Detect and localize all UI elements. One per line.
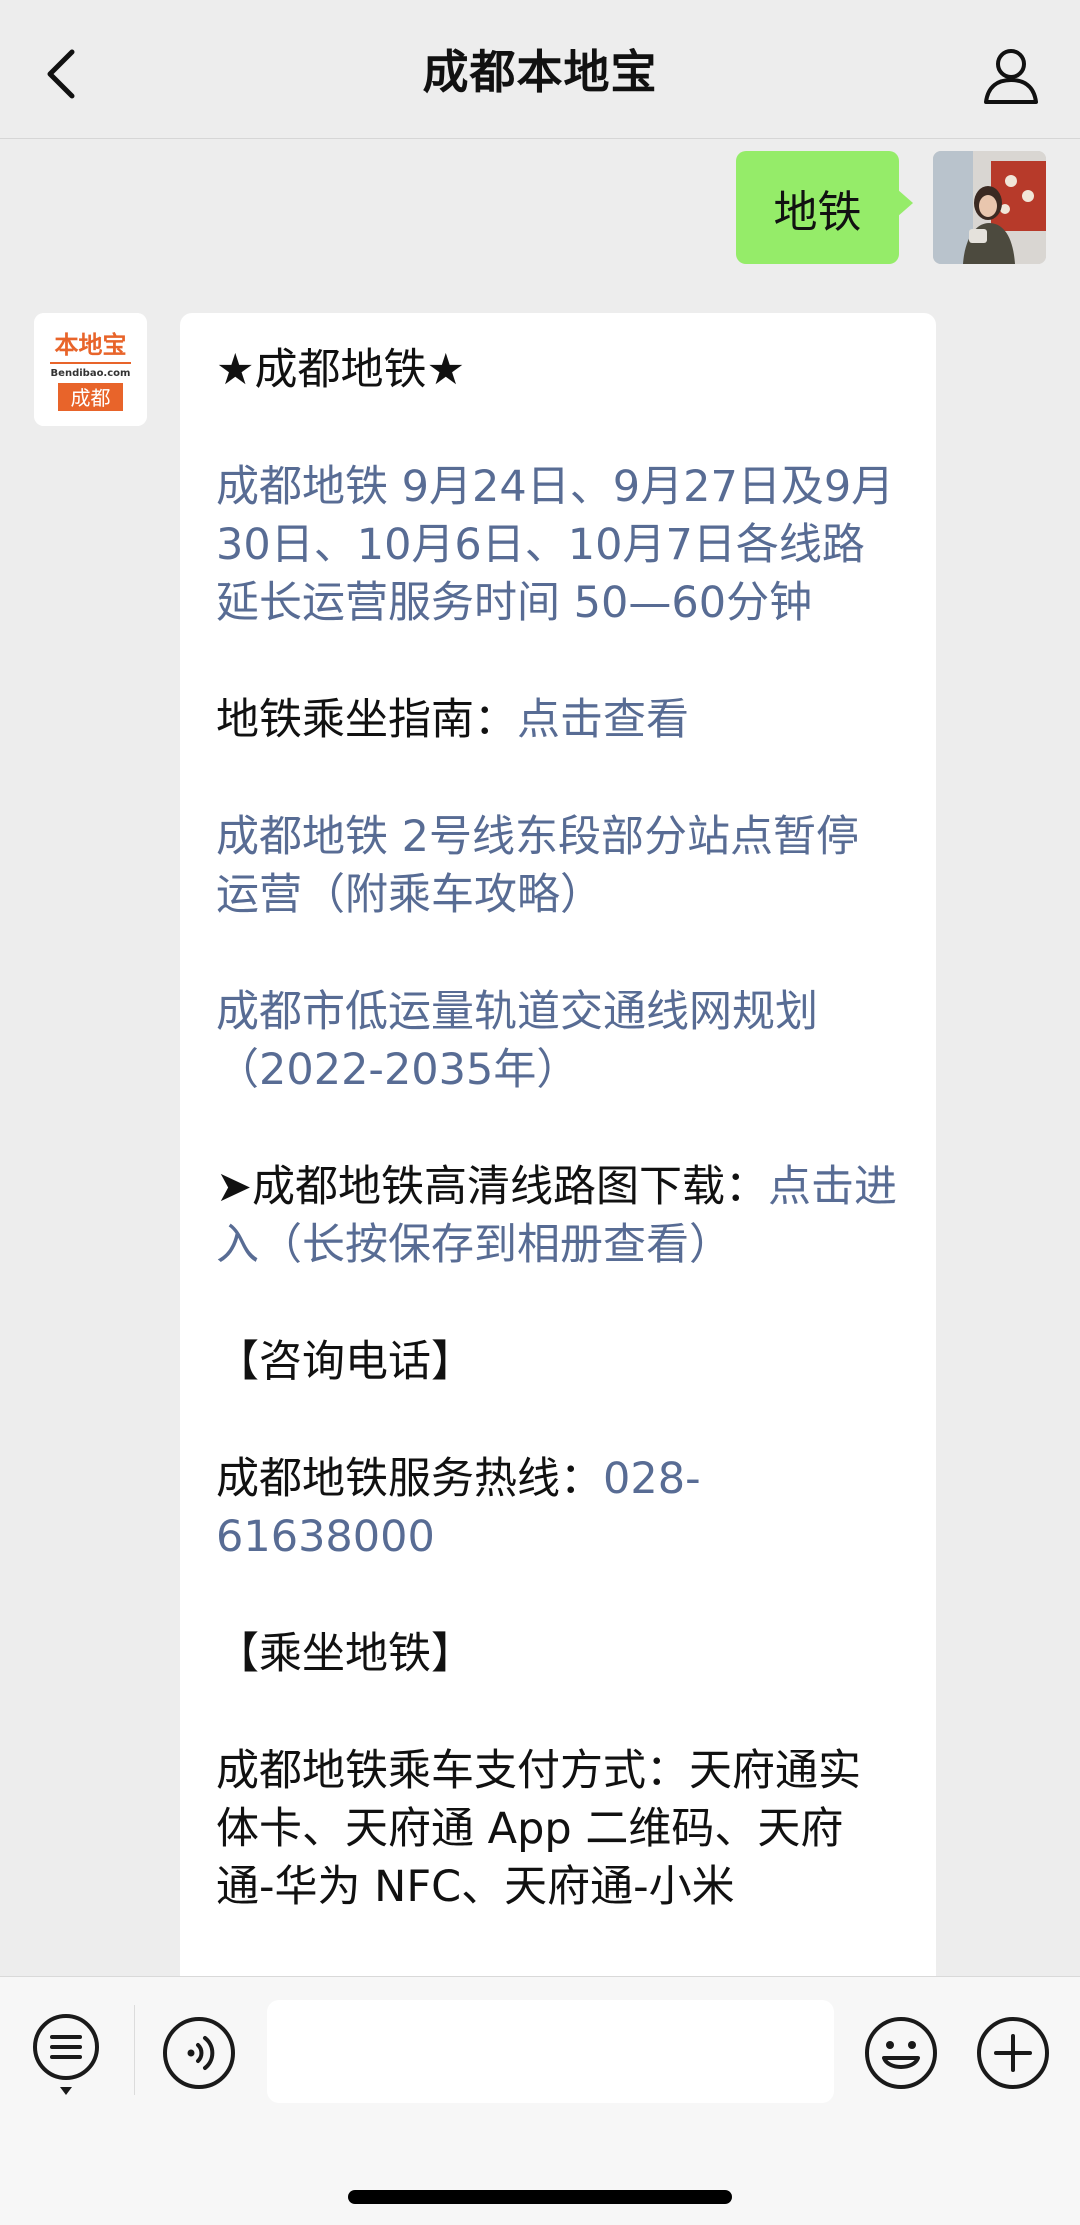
- profile-icon[interactable]: [980, 44, 1042, 106]
- line2-suspension-link[interactable]: 成都地铁 2号线东段部分站点暂停运营（附乘车攻略）: [216, 808, 900, 924]
- guide-label: 地铁乘坐指南：: [216, 695, 517, 745]
- message-input[interactable]: [267, 2000, 834, 2103]
- payment-methods-text: 成都地铁乘车支付方式：天府通实体卡、天府通 App 二维码、天府通-华为 NFC…: [216, 1746, 861, 1912]
- avatar-brand-text: 本地宝: [55, 331, 127, 359]
- ride-heading: 【乘坐地铁】: [216, 1629, 474, 1679]
- home-indicator[interactable]: [348, 2190, 732, 2204]
- user-avatar[interactable]: [933, 151, 1046, 264]
- guide-view-link[interactable]: 点击查看: [517, 695, 689, 745]
- chat-input-bar: [0, 1976, 1080, 2225]
- message-heading: ★成都地铁★: [216, 345, 466, 395]
- map-download-line: ➤成都地铁高清线路图下载：点击进入（长按保存到相册查看）: [216, 1158, 900, 1274]
- add-more-icon[interactable]: [976, 2016, 1050, 2090]
- back-chevron-icon[interactable]: [38, 44, 88, 104]
- chat-title: 成都本地宝: [422, 45, 658, 99]
- hotline-label: 成都地铁服务热线：: [216, 1454, 603, 1504]
- emoji-icon[interactable]: [864, 2016, 938, 2090]
- avatar-city-text: 成都: [71, 386, 111, 410]
- incoming-message-bubble: ★成都地铁★ 成都地铁 9月24日、9月27日及9月30日、10月6日、10月7…: [180, 313, 936, 2113]
- outgoing-message-bubble[interactable]: 地铁: [736, 151, 913, 264]
- map-download-label: ➤成都地铁高清线路图下载：: [216, 1162, 769, 1212]
- toolbar-divider: [134, 2005, 135, 2095]
- menu-list-icon[interactable]: [30, 2013, 102, 2099]
- hotline-line: 成都地铁服务热线：028-61638000: [216, 1450, 900, 1566]
- chat-header: 成都本地宝: [0, 0, 1080, 139]
- consult-heading: 【咨询电话】: [216, 1337, 474, 1387]
- avatar-domain-text: Bendibao.com: [51, 368, 131, 379]
- voice-input-icon[interactable]: [162, 2016, 236, 2090]
- bendibao-avatar[interactable]: 本地宝 Bendibao.com 成都: [34, 313, 147, 426]
- network-plan-link[interactable]: 成都市低运量轨道交通线网规划（2022-2035年）: [216, 983, 900, 1099]
- outgoing-message-text: 地铁: [773, 186, 862, 238]
- subway-extension-link[interactable]: 成都地铁 9月24日、9月27日及9月30日、10月6日、10月7日各线路延长运…: [216, 458, 900, 632]
- guide-line: 地铁乘坐指南：点击查看: [216, 691, 900, 749]
